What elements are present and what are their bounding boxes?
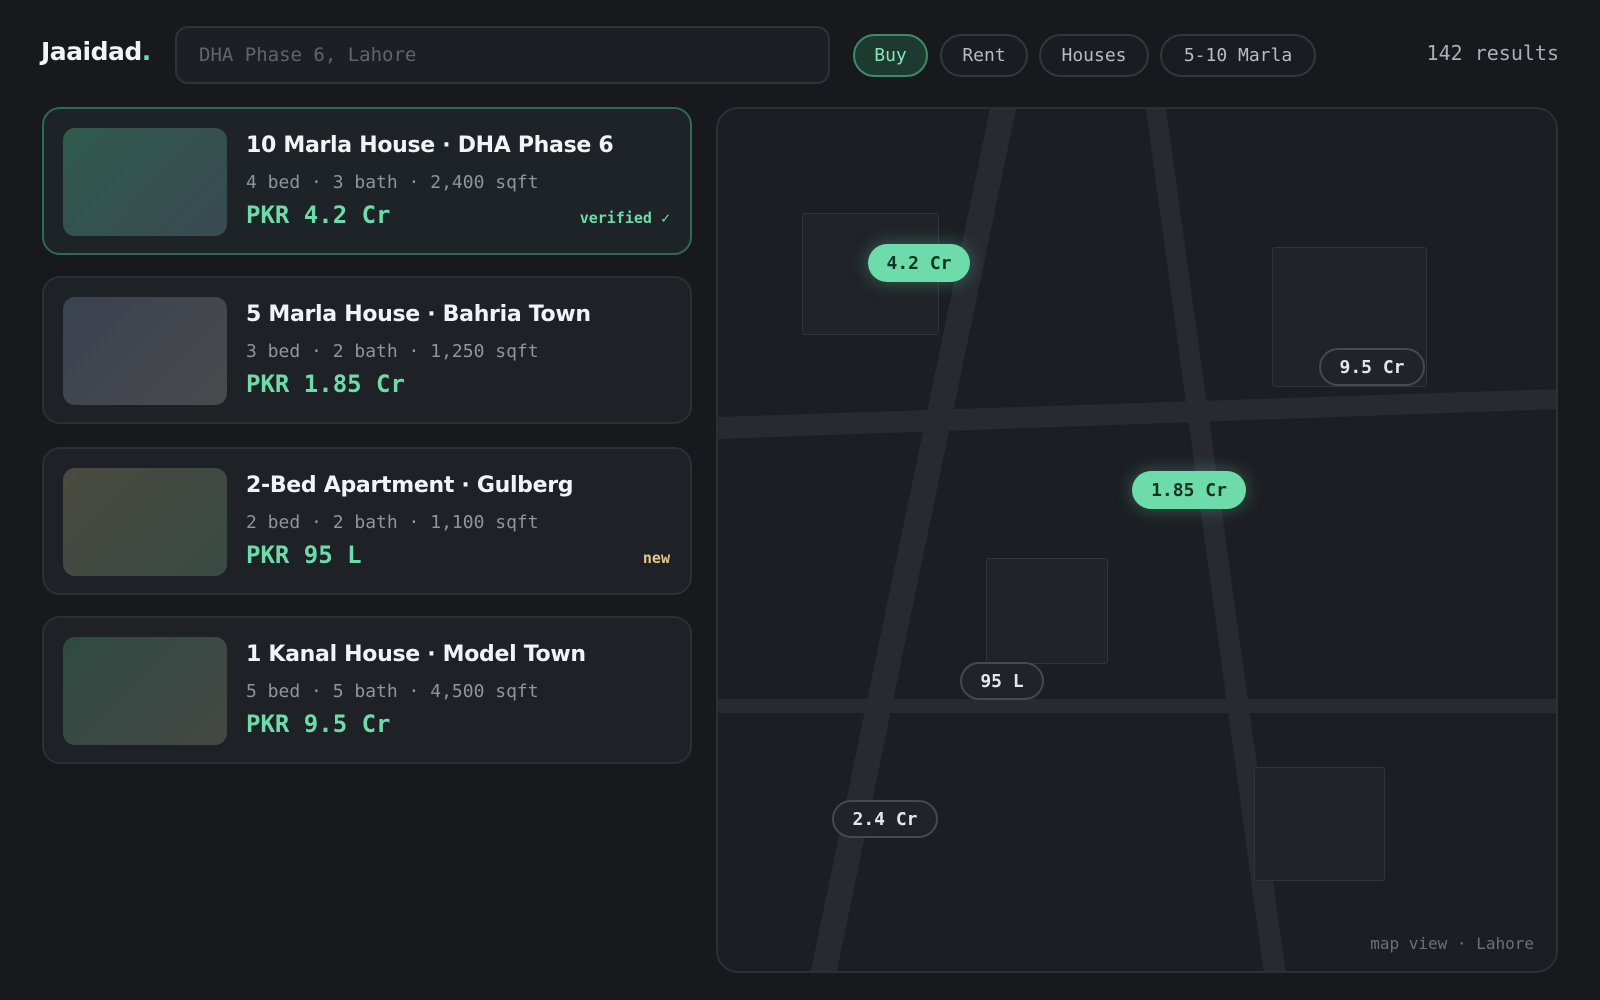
listing-specs: 5 bed · 5 bath · 4,500 sqft	[246, 681, 539, 702]
map-caption: map view · Lahore	[1370, 934, 1534, 953]
listing-price: PKR 9.5 Cr	[246, 710, 391, 738]
listing-specs: 4 bed · 3 bath · 2,400 sqft	[246, 172, 539, 193]
road-horizontal-top	[718, 389, 1556, 439]
listing-title: 2-Bed Apartment · Gulberg	[246, 473, 574, 498]
verified-badge: verified ✓	[579, 209, 670, 227]
search-input[interactable]	[199, 44, 806, 66]
building-block	[986, 558, 1108, 664]
listing-card[interactable]: 1 Kanal House · Model Town 5 bed · 5 bat…	[42, 616, 692, 764]
page: Jaaidad. Buy Rent Houses 5-10 Marla 142 …	[0, 0, 1600, 1000]
building-block	[1254, 767, 1385, 881]
map-price-pin[interactable]: 9.5 Cr	[1319, 348, 1425, 386]
filter-chip-houses[interactable]: Houses	[1039, 34, 1149, 77]
map-view[interactable]: 4.2 Cr 9.5 Cr 1.85 Cr 95 L 2.4 Cr map vi…	[716, 107, 1558, 973]
map-price-pin[interactable]: 95 L	[960, 662, 1044, 700]
listing-thumbnail	[63, 468, 227, 576]
brand-name: Jaaidad	[41, 37, 142, 66]
listing-price: PKR 95 L	[246, 541, 362, 569]
road-horizontal-bottom	[718, 699, 1556, 713]
map-price-pin[interactable]: 4.2 Cr	[868, 244, 970, 282]
listing-price: PKR 4.2 Cr	[246, 201, 391, 229]
listing-card[interactable]: 5 Marla House · Bahria Town 3 bed · 2 ba…	[42, 276, 692, 424]
results-count: 142 results	[1426, 41, 1559, 65]
filter-chip-buy[interactable]: Buy	[853, 34, 928, 77]
listing-specs: 2 bed · 2 bath · 1,100 sqft	[246, 512, 539, 533]
listing-title: 5 Marla House · Bahria Town	[246, 302, 591, 327]
map-price-pin[interactable]: 2.4 Cr	[832, 800, 938, 838]
listing-card[interactable]: 10 Marla House · DHA Phase 6 4 bed · 3 b…	[42, 107, 692, 255]
new-badge: new	[642, 549, 670, 567]
listing-thumbnail	[63, 297, 227, 405]
filter-chip-size[interactable]: 5-10 Marla	[1160, 34, 1316, 77]
brand-logo[interactable]: Jaaidad.	[41, 37, 151, 66]
listing-thumbnail	[63, 128, 227, 236]
listing-title: 10 Marla House · DHA Phase 6	[246, 133, 614, 158]
listing-price: PKR 1.85 Cr	[246, 370, 405, 398]
map-price-pin[interactable]: 1.85 Cr	[1132, 471, 1246, 509]
brand-dot: .	[141, 37, 152, 66]
listing-thumbnail	[63, 637, 227, 745]
listing-title: 1 Kanal House · Model Town	[246, 642, 586, 667]
listing-specs: 3 bed · 2 bath · 1,250 sqft	[246, 341, 539, 362]
search-bar[interactable]	[175, 26, 830, 84]
filter-chip-rent[interactable]: Rent	[940, 34, 1028, 77]
listing-card[interactable]: 2-Bed Apartment · Gulberg 2 bed · 2 bath…	[42, 447, 692, 595]
